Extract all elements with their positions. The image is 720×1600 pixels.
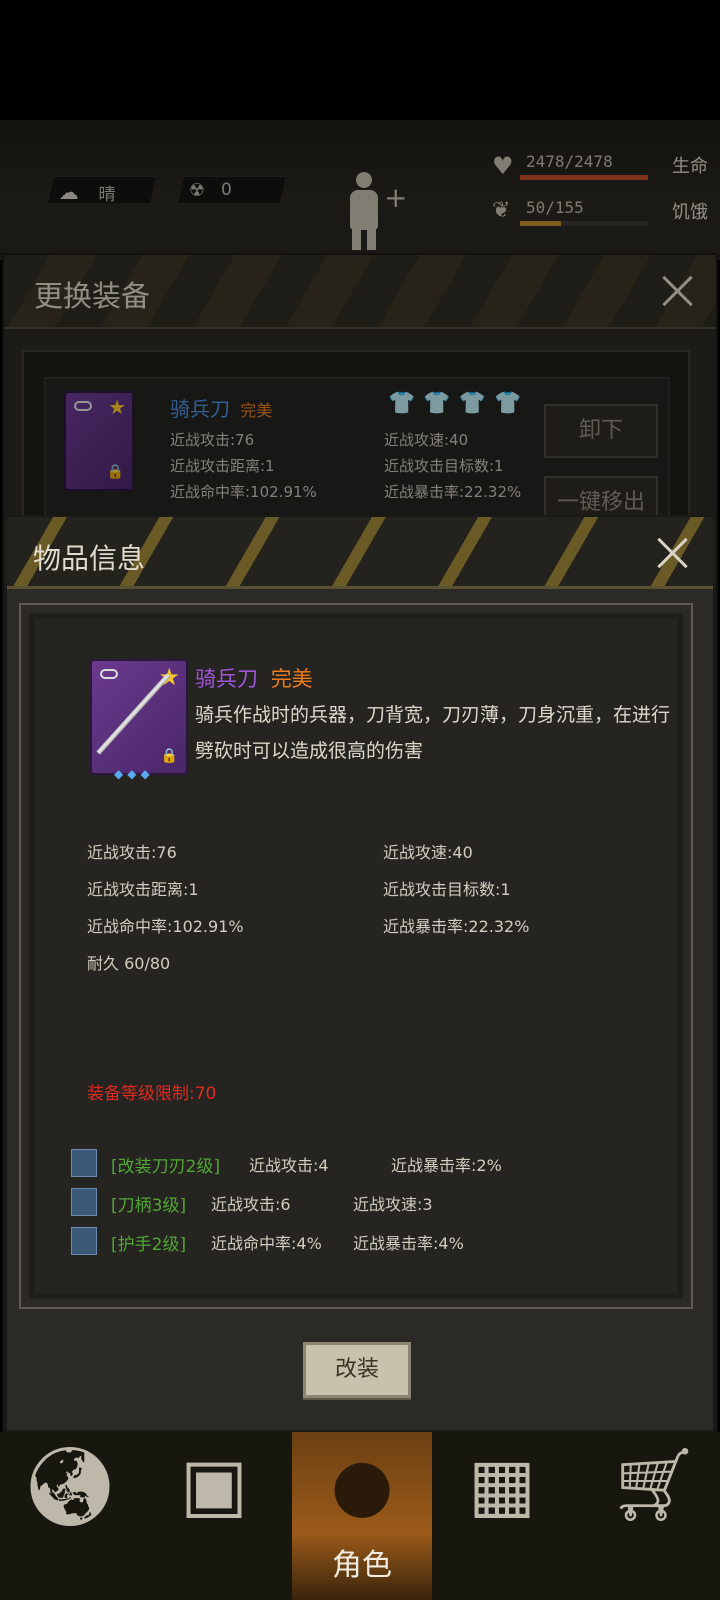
handle-mod-icon xyxy=(71,1188,97,1216)
item-info-content: ★ 🔒 ◆◆◆ 骑兵刀 完美 骑兵作战时的兵器，刀背宽，刀刃薄，刀身沉重，在进行… xyxy=(35,619,677,1293)
mod-row-blade: [改装刀刃2级] 近战攻击:4 近战暴击率:2% xyxy=(71,1149,671,1179)
item-name-text: 骑兵刀 xyxy=(195,667,258,691)
item-info-title: 物品信息 xyxy=(33,542,146,575)
mod-name: [护手2级] xyxy=(111,1235,187,1255)
close-item-info-button[interactable] xyxy=(655,535,691,571)
nav-character-label: 角色 xyxy=(332,1548,392,1583)
nav-world-map[interactable]: 🌏︎ xyxy=(0,1432,140,1600)
stat-melee-range: 近战攻击距离:1 xyxy=(87,880,199,899)
shopping-cart-icon: 🛒︎ xyxy=(608,1442,700,1526)
mod-row-guard: [护手2级] 近战命中率:4% 近战暴击率:4% xyxy=(71,1227,671,1257)
stat-melee-speed: 近战攻速:40 xyxy=(383,843,473,862)
stat-melee-targets: 近战攻击目标数:1 xyxy=(383,880,511,899)
mod-name: [刀柄3级] xyxy=(111,1196,187,1216)
item-info-body: ★ 🔒 ◆◆◆ 骑兵刀 完美 骑兵作战时的兵器，刀背宽，刀刃薄，刀身沉重，在进行… xyxy=(19,603,693,1309)
mod-value: 近战攻击:4 xyxy=(249,1156,329,1175)
lock-icon: 🔒 xyxy=(160,748,178,764)
item-description: 骑兵作战时的兵器，刀背宽，刀刃薄，刀身沉重，在进行劈砍时可以造成很高的伤害 xyxy=(195,704,671,762)
nav-shop[interactable]: 🛒︎ xyxy=(584,1432,720,1600)
sabre-icon xyxy=(96,673,171,755)
nav-backpack[interactable]: ▣ xyxy=(144,1432,284,1600)
stat-durability: 耐久 60/80 xyxy=(87,954,171,973)
nav-character[interactable]: ● 角色 xyxy=(292,1432,432,1600)
item-name: 骑兵刀 完美 xyxy=(195,663,313,693)
stat-melee-hit: 近战命中率:102.91% xyxy=(87,917,244,936)
item-info-header: 物品信息 xyxy=(7,517,713,589)
pin-icon xyxy=(100,669,118,679)
modify-button[interactable]: 改装 xyxy=(303,1342,411,1398)
mod-value: 近战攻击:6 xyxy=(211,1195,291,1214)
gem-slots-icon: ◆◆◆ xyxy=(114,767,154,781)
level-requirement: 装备等级限制:70 xyxy=(87,1084,217,1104)
bottom-nav: 🌏︎ ▣ ● 角色 ▦ 🛒︎ xyxy=(0,1432,720,1600)
head-profile-icon: ● xyxy=(330,1442,394,1526)
globe-icon: 🌏︎ xyxy=(20,1442,120,1532)
item-icon: ★ 🔒 ◆◆◆ xyxy=(90,659,188,781)
mod-row-handle: [刀柄3级] 近战攻击:6 近战攻速:3 xyxy=(71,1188,671,1218)
item-quality: 完美 xyxy=(270,667,313,691)
mod-value: 近战暴击率:2% xyxy=(391,1156,502,1175)
stat-melee-crit: 近战暴击率:22.32% xyxy=(383,917,530,936)
mod-value: 近战攻速:3 xyxy=(353,1195,433,1214)
item-info-panel: 物品信息 ★ 🔒 ◆◆◆ 骑兵刀 完美 骑兵作战时的兵器，刀背宽，刀刃薄，刀身沉… xyxy=(5,515,715,1432)
mod-value: 近战命中率:4% xyxy=(211,1234,322,1253)
mod-name: [改装刀刃2级] xyxy=(111,1157,221,1177)
radio-icon: ▦ xyxy=(467,1442,537,1526)
stat-melee-attack: 近战攻击:76 xyxy=(87,843,177,862)
nav-radio[interactable]: ▦ xyxy=(432,1432,572,1600)
blade-mod-icon xyxy=(71,1149,97,1177)
guard-mod-icon xyxy=(71,1227,97,1255)
backpack-icon: ▣ xyxy=(179,1442,249,1526)
mod-value: 近战暴击率:4% xyxy=(353,1234,464,1253)
